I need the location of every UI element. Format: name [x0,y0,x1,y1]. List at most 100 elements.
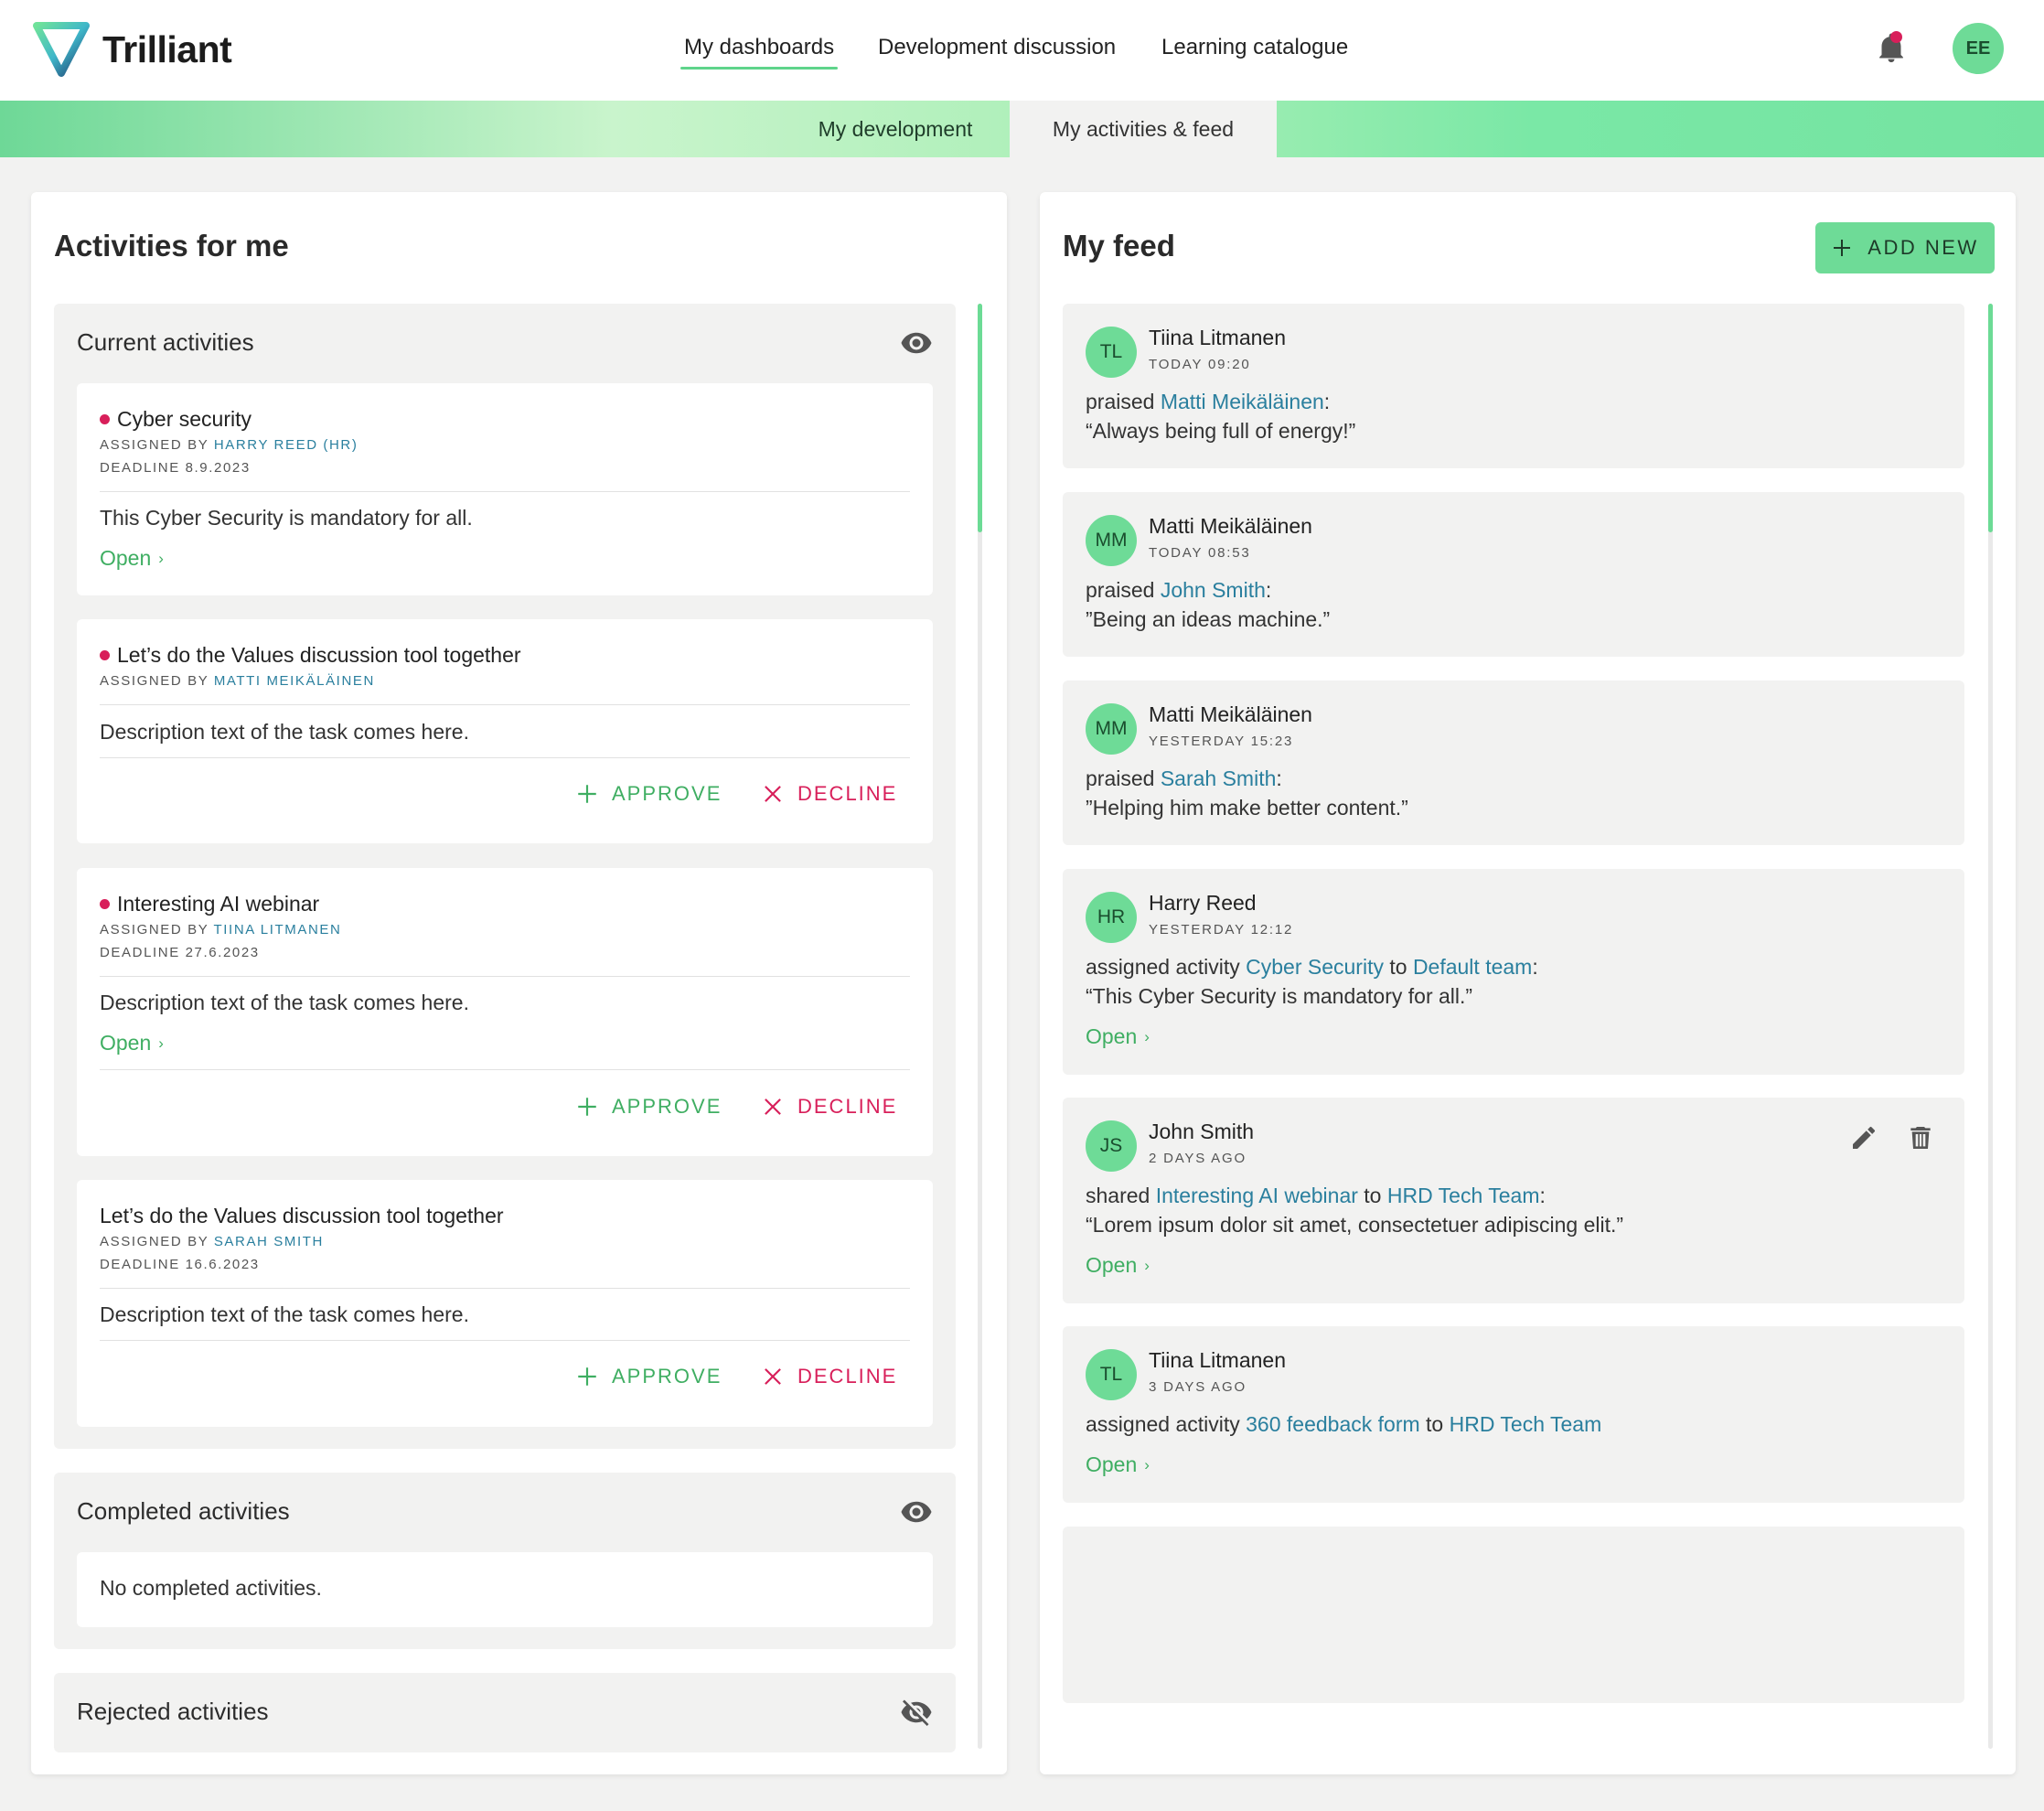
feed-target-link[interactable]: Cyber Security [1246,955,1384,979]
activity-title: Let’s do the Values discussion tool toge… [117,643,521,667]
nav-development-discussion[interactable]: Development discussion [878,35,1116,60]
top-bar: Trilliant My dashboards Development disc… [0,0,2044,101]
assigned-by-link[interactable]: SARAH SMITH [214,1234,324,1249]
completed-activities-title: Completed activities [77,1497,290,1525]
rejected-activities-section: Rejected activities [54,1673,956,1752]
assigned-by-link[interactable]: MATTI MEIKÄLÄINEN [214,673,375,689]
feed-quote: “Always being full of energy!” [1086,419,1356,443]
activity-card: Let’s do the Values discussion tool toge… [77,1180,933,1427]
assigned-by-link[interactable]: TIINA LITMANEN [214,922,342,938]
activity-description: Description text of the task comes here. [100,1302,469,1326]
nav-my-dashboards[interactable]: My dashboards [680,35,839,70]
feed-team-link[interactable]: Default team [1413,955,1532,979]
feed-to: to [1426,1412,1444,1436]
activity-deadline: DEADLINE 27.6.2023 [100,945,260,960]
activity-title-row: Interesting AI webinar [100,892,319,916]
decline-button[interactable]: DECLINE [761,1095,897,1119]
eye-off-icon[interactable] [900,1696,933,1729]
empty-state-text: No completed activities. [100,1576,322,1600]
open-label: Open [1086,1253,1138,1277]
approve-button[interactable]: APPROVE [575,782,722,806]
assigned-by-link[interactable]: HARRY REED (HR) [214,437,359,453]
chevron-right-icon: › [1144,1456,1150,1473]
feed-target-link[interactable]: Interesting AI webinar [1156,1184,1358,1207]
avatar[interactable]: JS [1086,1120,1137,1172]
chevron-right-icon: › [158,550,164,567]
unread-dot [100,414,110,424]
feed-verb: shared [1086,1184,1150,1207]
assigned-prefix: ASSIGNED BY [100,437,209,453]
feed-action: praised Sarah Smith: [1086,766,1282,790]
activities-scrollbar[interactable] [978,304,982,1749]
scrollbar-thumb[interactable] [978,304,982,532]
nav-learning-catalogue[interactable]: Learning catalogue [1161,35,1348,60]
approve-button[interactable]: APPROVE [575,1365,722,1388]
assigned-prefix: ASSIGNED BY [100,1234,209,1249]
decline-label: DECLINE [797,782,898,805]
decline-button[interactable]: DECLINE [761,782,897,806]
tab-my-activities-feed[interactable]: My activities & feed [1010,101,1277,157]
plus-icon [1831,237,1853,259]
rejected-activities-title: Rejected activities [77,1698,269,1725]
user-avatar[interactable]: EE [1953,23,2004,74]
decline-label: DECLINE [797,1365,898,1388]
feed-author[interactable]: John Smith [1149,1120,1254,1144]
chevron-right-icon: › [1144,1028,1150,1045]
avatar[interactable]: TL [1086,327,1137,378]
feed-item: MM Matti Meikäläinen YESTERDAY 15:23 pra… [1063,680,1964,845]
activity-assigned-by: ASSIGNED BY MATTI MEIKÄLÄINEN [100,673,375,689]
open-label: Open [100,1031,152,1055]
feed-target-link[interactable]: John Smith [1161,578,1266,602]
trash-icon[interactable] [1906,1122,1935,1153]
approve-label: APPROVE [612,1095,722,1118]
open-link[interactable]: Open › [1086,1253,1150,1278]
avatar[interactable]: MM [1086,703,1137,755]
avatar[interactable]: MM [1086,515,1137,566]
add-new-label: ADD NEW [1867,236,1979,259]
feed-action: praised John Smith: [1086,578,1272,602]
feed-time: 3 DAYS AGO [1149,1379,1247,1395]
activity-assigned-by: ASSIGNED BY HARRY REED (HR) [100,437,358,453]
feed-author[interactable]: Matti Meikäläinen [1149,514,1312,539]
edit-pencil-icon[interactable] [1849,1122,1878,1153]
decline-button[interactable]: DECLINE [761,1365,897,1388]
feed-target-link[interactable]: 360 feedback form [1246,1412,1420,1436]
eye-icon[interactable] [900,327,933,359]
open-link[interactable]: Open › [1086,1024,1150,1049]
feed-placeholder [1063,1527,1964,1703]
activity-card: Interesting AI webinar ASSIGNED BY TIINA… [77,868,933,1156]
feed-action: praised Matti Meikäläinen: [1086,390,1331,413]
feed-team-link[interactable]: HRD Tech Team [1450,1412,1602,1436]
activity-title: Cyber security [117,407,251,431]
approve-label: APPROVE [612,782,722,805]
feed-author[interactable]: Tiina Litmanen [1149,1348,1286,1373]
feed-target-link[interactable]: Sarah Smith [1161,766,1277,790]
activity-deadline: DEADLINE 8.9.2023 [100,460,251,476]
avatar[interactable]: TL [1086,1349,1137,1400]
open-link[interactable]: Open › [100,546,164,571]
activity-card: Let’s do the Values discussion tool toge… [77,619,933,843]
open-link[interactable]: Open › [1086,1452,1150,1477]
feed-author[interactable]: Harry Reed [1149,891,1257,916]
feed-item: HR Harry Reed YESTERDAY 12:12 assigned a… [1063,869,1964,1075]
activity-card: Cyber security ASSIGNED BY HARRY REED (H… [77,383,933,595]
feed-scrollbar[interactable] [1988,304,1993,1749]
open-label: Open [1086,1452,1138,1476]
eye-icon[interactable] [900,1495,933,1528]
feed-verb: praised [1086,766,1155,790]
approve-button[interactable]: APPROVE [575,1095,722,1119]
tab-my-development[interactable]: My development [781,101,1010,157]
unread-dot [100,899,110,909]
feed-team-link[interactable]: HRD Tech Team [1387,1184,1540,1207]
feed-author[interactable]: Tiina Litmanen [1149,326,1286,350]
unread-dot [100,650,110,660]
avatar[interactable]: HR [1086,892,1137,943]
activity-description: Description text of the task comes here. [100,720,469,744]
open-link[interactable]: Open › [100,1031,164,1056]
scrollbar-thumb[interactable] [1988,304,1993,532]
add-new-button[interactable]: ADD NEW [1815,222,1995,273]
feed-verb: praised [1086,578,1155,602]
activity-description: Description text of the task comes here. [100,991,469,1014]
feed-author[interactable]: Matti Meikäläinen [1149,702,1312,727]
feed-target-link[interactable]: Matti Meikäläinen [1161,390,1324,413]
